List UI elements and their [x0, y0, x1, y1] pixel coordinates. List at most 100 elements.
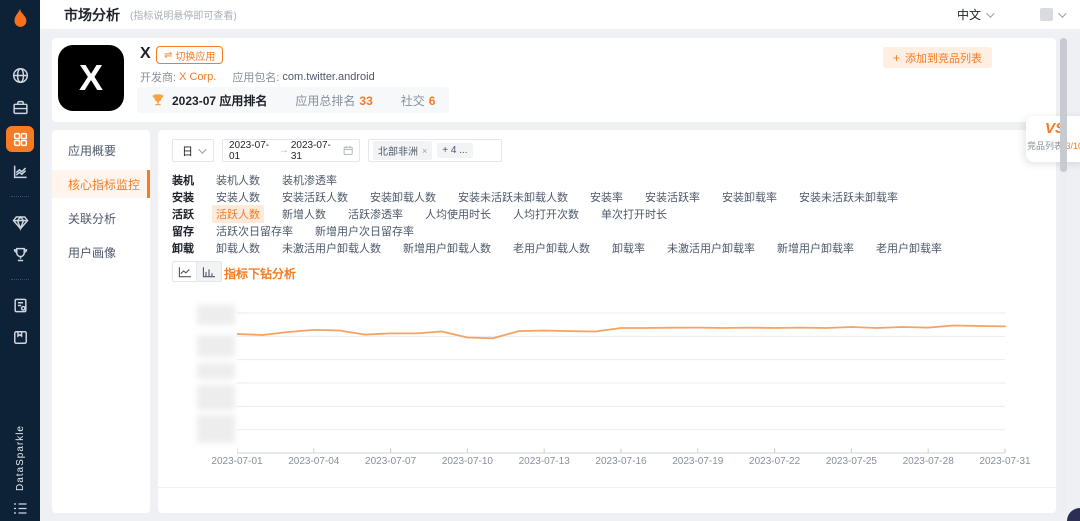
menu-item-应用概要[interactable]: 应用概要	[52, 136, 150, 164]
region-tag: 北部非洲×	[373, 141, 432, 160]
rank-strip: 2023-07 应用排名 应用总排名33 社交6	[137, 87, 449, 113]
top-bar: 市场分析 (指标说明悬停即可查看) 中文	[40, 0, 1080, 30]
language-selector[interactable]: 中文	[957, 6, 992, 23]
metric-category: 留存	[172, 223, 198, 239]
package-label: 应用包名:	[232, 69, 279, 85]
metric-category: 装机	[172, 172, 198, 188]
x-axis-labels: 2023-07-012023-07-042023-07-072023-07-10…	[237, 456, 1005, 468]
menu-item-用户画像[interactable]: 用户画像	[52, 238, 150, 266]
metric-category: 活跃	[172, 206, 198, 222]
close-icon[interactable]: ×	[422, 146, 427, 156]
gem-icon[interactable]	[6, 209, 34, 235]
vs-competitor-widget[interactable]: VS 竞品列表 3/10	[1026, 116, 1080, 162]
filter-bar: 日 2023-07-01 → 2023-07-31 北部非洲× + 4 ...	[172, 139, 502, 162]
page-title: 市场分析	[64, 5, 120, 25]
x-tick-label: 2023-07-10	[442, 456, 493, 467]
metric-chip[interactable]: 新增用户次日留存率	[311, 222, 418, 240]
developer-label: 开发商:	[140, 69, 176, 85]
metric-chip[interactable]: 活跃人数	[212, 205, 264, 223]
metric-chip[interactable]: 卸载人数	[212, 239, 264, 257]
granularity-select[interactable]: 日	[172, 139, 214, 162]
bar-chart-toggle[interactable]	[197, 261, 222, 282]
metric-rows: 装机装机人数装机渗透率安装安装人数安装活跃人数安装卸载人数安装未活跃未卸载人数安…	[172, 172, 1032, 256]
redacted-y-label	[197, 385, 235, 410]
globe-icon[interactable]	[6, 62, 34, 88]
active-users-line-chart[interactable]	[237, 300, 1007, 462]
redacted-y-label	[197, 415, 235, 443]
metric-chip[interactable]: 安装卸载人数	[366, 188, 440, 206]
metric-chip[interactable]: 老用户卸载率	[872, 239, 946, 257]
arrow-right-icon: →	[279, 145, 289, 156]
x-tick-label: 2023-07-28	[903, 456, 954, 467]
metric-chip[interactable]: 活跃渗透率	[344, 205, 407, 223]
rank-period: 2023-07 应用排名	[172, 92, 267, 109]
chevron-down-icon	[198, 145, 206, 153]
x-tick-label: 2023-07-31	[979, 456, 1030, 467]
chevron-down-icon[interactable]	[1058, 9, 1066, 17]
drill-down-link[interactable]: 指标下钻分析	[224, 265, 296, 282]
metric-chip[interactable]: 未激活用户卸载率	[663, 239, 759, 257]
metric-chip[interactable]: 老用户卸载人数	[509, 239, 594, 257]
x-tick-label: 2023-07-19	[672, 456, 723, 467]
metric-chip[interactable]: 安装未活跃未卸载人数	[454, 188, 572, 206]
apps-grid-icon[interactable]	[6, 126, 34, 152]
scrollbar-thumb[interactable]	[1060, 38, 1067, 172]
metric-chip[interactable]: 新增用户卸载人数	[399, 239, 495, 257]
redacted-y-label	[197, 305, 235, 325]
metric-chip[interactable]: 安装未活跃未卸载率	[795, 188, 902, 206]
page-subtitle: (指标说明悬停即可查看)	[130, 7, 237, 22]
swap-icon: ⇌	[164, 50, 172, 61]
redacted-y-label	[197, 363, 235, 379]
app-meta: 开发商: X Corp. 应用包名: com.twitter.android	[140, 69, 375, 85]
x-tick-label: 2023-07-25	[826, 456, 877, 467]
metric-chip[interactable]: 未激活用户卸载人数	[278, 239, 385, 257]
metric-chip[interactable]: 安装人数	[212, 188, 264, 206]
avatar[interactable]	[1040, 8, 1053, 21]
region-more-tag[interactable]: + 4 ...	[437, 143, 472, 158]
market-analysis-page: DataSparkle 市场分析 (指标说明悬停即可查看) 中文 X X ⇌ 切…	[0, 0, 1080, 521]
x-tick-label: 2023-07-13	[519, 456, 570, 467]
metric-chip[interactable]: 装机人数	[212, 171, 264, 189]
list-menu-icon[interactable]	[0, 502, 40, 515]
core-metrics-panel: 日 2023-07-01 → 2023-07-31 北部非洲× + 4 ... …	[158, 130, 1056, 513]
metric-chip[interactable]: 新增人数	[278, 205, 330, 223]
trophy-icon[interactable]	[6, 241, 34, 267]
metric-chip[interactable]: 安装卸载率	[718, 188, 781, 206]
trophy-badge-icon	[151, 93, 165, 107]
report-doc-icon[interactable]	[6, 292, 34, 318]
metric-chip[interactable]: 单次打开时长	[597, 205, 671, 223]
app-info-card: X X ⇌ 切换应用 开发商: X Corp. 应用包名: com.twitte…	[52, 38, 1056, 122]
date-range-picker[interactable]: 2023-07-01 → 2023-07-31	[222, 139, 360, 162]
metric-chip[interactable]: 装机渗透率	[278, 171, 341, 189]
metric-chip[interactable]: 新增用户卸载率	[773, 239, 858, 257]
card-doc-icon[interactable]	[6, 324, 34, 350]
competitor-count: 竞品列表 3/10	[1026, 139, 1080, 152]
metric-category: 卸载	[172, 240, 198, 256]
chevron-down-icon	[986, 9, 994, 17]
line-chart-toggle[interactable]	[172, 261, 197, 282]
scrollbar-track[interactable]	[1060, 38, 1067, 513]
category-rank: 社交6	[401, 92, 436, 109]
metric-category: 安装	[172, 189, 198, 205]
metric-row: 安装安装人数安装活跃人数安装卸载人数安装未活跃未卸载人数安装率安装活跃率安装卸载…	[172, 189, 1032, 206]
add-competitor-button[interactable]: + 添加到竞品列表	[883, 47, 992, 68]
metric-chip[interactable]: 安装活跃人数	[278, 188, 352, 206]
switch-app-button[interactable]: ⇌ 切换应用	[156, 46, 223, 64]
metric-chip[interactable]: 卸载率	[608, 239, 649, 257]
floating-corner-widget[interactable]	[1067, 508, 1080, 521]
sidebar-divider	[11, 279, 29, 280]
metric-chip[interactable]: 人均打开次数	[509, 205, 583, 223]
metric-chip[interactable]: 安装率	[586, 188, 627, 206]
metric-chip[interactable]: 安装活跃率	[641, 188, 704, 206]
region-multiselect[interactable]: 北部非洲× + 4 ...	[368, 139, 502, 162]
global-sidebar: DataSparkle	[0, 0, 40, 521]
brand-wordmark: DataSparkle	[0, 425, 40, 491]
briefcase-icon[interactable]	[6, 94, 34, 120]
metric-chip[interactable]: 人均使用时长	[421, 205, 495, 223]
menu-item-核心指标监控[interactable]: 核心指标监控	[52, 170, 150, 198]
developer-link[interactable]: X Corp.	[179, 71, 216, 83]
menu-item-关联分析[interactable]: 关联分析	[52, 204, 150, 232]
vs-label: VS	[1026, 120, 1080, 137]
metric-chip[interactable]: 活跃次日留存率	[212, 222, 297, 240]
trend-chart-icon[interactable]	[6, 158, 34, 184]
